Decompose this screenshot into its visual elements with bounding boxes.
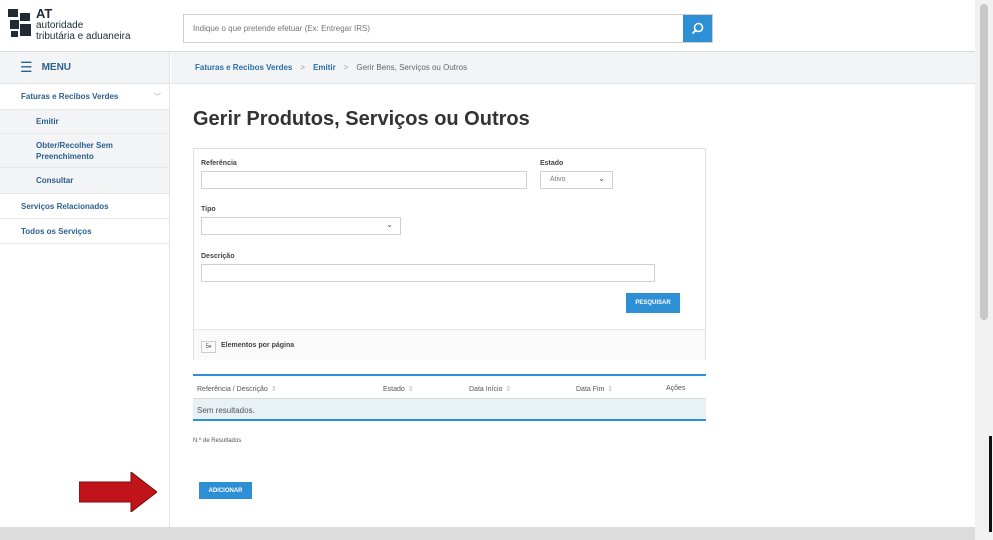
breadcrumb-separator: > [343, 63, 349, 72]
sidebar-item-servicos-relacionados[interactable]: Serviços Relacionados [0, 194, 169, 219]
breadcrumb-item-faturas[interactable]: Faturas e Recibos Verdes [195, 63, 292, 72]
column-header-data-inicio[interactable]: Data Início ⇕ [469, 385, 511, 393]
breadcrumb-item-emitir[interactable]: Emitir [313, 63, 336, 72]
referencia-label: Referência [201, 160, 237, 167]
sort-icon: ⇕ [407, 386, 414, 393]
menu-label: MENU [41, 62, 72, 73]
column-header-acoes: Ações [666, 385, 686, 392]
sidebar-item-consultar[interactable]: Consultar [0, 168, 169, 194]
sidebar-item-faturas-recibos-verdes[interactable]: Faturas e Recibos Verdes ﹀ [0, 84, 169, 110]
search-icon [691, 22, 704, 35]
sort-icon: ⇕ [505, 386, 512, 393]
estado-label: Estado [540, 160, 564, 167]
per-page-select[interactable]: 5 ▾ [201, 341, 216, 353]
adicionar-button[interactable]: ADICIONAR [199, 482, 252, 499]
results-count-label: N.º de Resultados [193, 438, 242, 444]
referencia-input[interactable] [201, 171, 527, 189]
menu-toggle[interactable]: ☰ MENU [0, 52, 169, 84]
sidebar-item-obter-recolher[interactable]: Obter/Recolher Sem Preenchimento [0, 134, 169, 168]
top-header: AT autoridade tributária e aduaneira [0, 0, 975, 52]
table-row: Sem resultados. [193, 399, 706, 421]
descricao-label: Descrição [201, 253, 235, 260]
search-button[interactable] [683, 15, 712, 42]
sidebar-item-label: Emitir [36, 117, 59, 126]
table-header: Referência / Descrição ⇕ Estado ⇕ Data Iní… [193, 374, 706, 399]
page-title: Gerir Produtos, Serviços ou Outros [193, 108, 530, 130]
scrollbar-thumb[interactable] [980, 4, 988, 320]
per-page-label: Elementos por página [221, 342, 295, 349]
sort-icon: ⇕ [607, 386, 614, 393]
brand-line-2: autoridade [36, 20, 84, 31]
sidebar-item-label: Consultar [36, 176, 74, 185]
horizontal-scrollbar[interactable] [0, 527, 975, 540]
sidebar-item-label: Serviços Relacionados [21, 201, 109, 211]
tipo-label: Tipo [201, 206, 216, 213]
brand-line-1: AT [36, 6, 53, 21]
chevron-down-icon: ⌄ [598, 174, 605, 183]
sidebar-item-label: Faturas e Recibos Verdes [21, 92, 119, 101]
breadcrumb: Faturas e Recibos Verdes > Emitir > Geri… [171, 52, 975, 84]
red-arrow-icon [79, 472, 157, 512]
hamburger-icon: ☰ [20, 59, 33, 75]
brand-line-3: tributária e aduaneira [36, 31, 131, 42]
chevron-down-icon: ▾ [208, 344, 212, 350]
column-header-estado[interactable]: Estado ⇕ [383, 385, 414, 393]
chevron-down-icon: ﹀ [154, 94, 161, 101]
descricao-input[interactable] [201, 264, 655, 282]
search-bar [183, 14, 713, 43]
search-input[interactable] [184, 15, 674, 42]
breadcrumb-current: Gerir Bens, Serviços ou Outros [356, 63, 468, 72]
chevron-down-icon: ⌄ [386, 220, 393, 229]
column-header-data-fim[interactable]: Data Fim ⇕ [576, 385, 613, 393]
search-form: Referência Estado Ativo ⌄ Tipo ⌄ Descriç… [193, 148, 706, 360]
sidebar: ☰ MENU Faturas e Recibos Verdes ﹀ Emitir… [0, 52, 170, 527]
results-table: Referência / Descrição ⇕ Estado ⇕ Data Iní… [193, 374, 706, 421]
empty-results-text: Sem resultados. [197, 406, 255, 415]
sort-icon: ⇕ [270, 386, 277, 393]
sidebar-item-label: Obter/Recolher Sem Preenchimento [36, 140, 113, 161]
at-logo[interactable]: AT autoridade tributária e aduaneira [8, 7, 158, 47]
at-logo-icon [8, 9, 31, 37]
vertical-scrollbar[interactable] [975, 0, 993, 540]
breadcrumb-separator: > [300, 63, 306, 72]
estado-value: Ativo [550, 176, 566, 183]
pagination-footer: 5 ▾ Elementos por página [194, 329, 705, 360]
pesquisar-button[interactable]: PESQUISAR [626, 293, 680, 313]
column-header-referencia[interactable]: Referência / Descrição ⇕ [197, 385, 277, 393]
tipo-select[interactable]: ⌄ [201, 217, 401, 235]
sidebar-item-emitir[interactable]: Emitir [0, 110, 169, 134]
estado-select[interactable]: Ativo ⌄ [540, 171, 613, 189]
divider [989, 436, 992, 532]
sidebar-item-label: Todos os Serviços [21, 226, 92, 236]
sidebar-item-todos-servicos[interactable]: Todos os Serviços [0, 219, 169, 244]
